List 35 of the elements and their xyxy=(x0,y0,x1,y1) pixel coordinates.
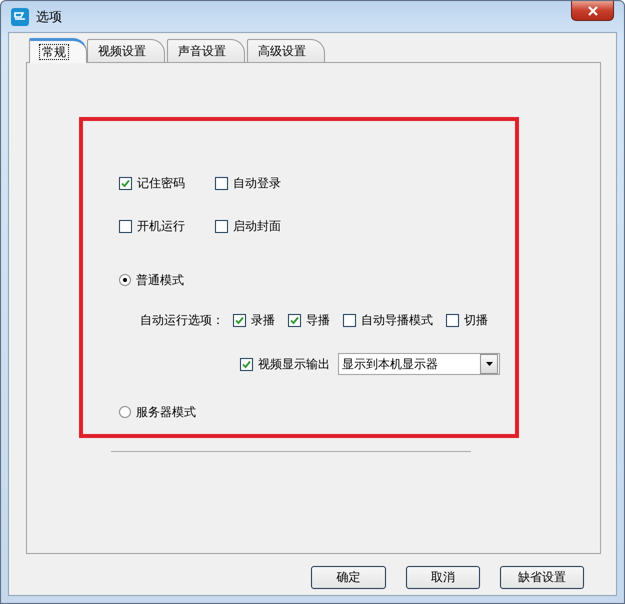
app-icon xyxy=(10,6,30,26)
close-icon xyxy=(586,6,598,16)
dropdown[interactable]: 显示到本机显示器 xyxy=(338,353,500,375)
checkbox[interactable] xyxy=(240,358,253,370)
checkbox-label: 导播 xyxy=(306,312,330,329)
checkbox-label: 记住密码 xyxy=(137,174,185,192)
radio-button[interactable] xyxy=(119,274,131,286)
window-title: 选项 xyxy=(36,8,62,26)
checkbox-label: 视频显示输出 xyxy=(258,356,330,372)
checkbox[interactable] xyxy=(343,314,356,327)
checkbox[interactable] xyxy=(233,314,246,327)
tab[interactable]: 声音设置 xyxy=(167,39,245,62)
radio-button[interactable] xyxy=(119,406,131,418)
tab[interactable]: 视频设置 xyxy=(87,39,165,62)
checkbox[interactable] xyxy=(215,220,228,232)
dialog-button[interactable]: 取消 xyxy=(406,566,480,589)
checkbox-label: 录播 xyxy=(251,312,275,329)
checkbox[interactable] xyxy=(446,314,459,327)
close-button[interactable] xyxy=(571,1,614,21)
radio-label: 服务器模式 xyxy=(136,404,196,420)
checkbox-label: 启动封面 xyxy=(233,218,281,234)
checkbox[interactable] xyxy=(288,314,301,327)
dialog-button[interactable]: 确定 xyxy=(311,566,386,589)
checkbox-label: 切播 xyxy=(464,312,488,329)
checkbox-label: 开机运行 xyxy=(137,218,185,234)
radio-label: 普通模式 xyxy=(136,272,184,288)
checkbox[interactable] xyxy=(119,220,132,232)
tab[interactable]: 常规 xyxy=(29,38,87,63)
checkbox[interactable] xyxy=(215,176,228,190)
auto-run-label: 自动运行选项： xyxy=(140,312,224,329)
checkbox[interactable] xyxy=(119,176,132,190)
tab[interactable]: 高级设置 xyxy=(247,39,325,62)
checkbox-label: 自动登录 xyxy=(233,174,281,192)
checkbox-label: 自动导播模式 xyxy=(361,312,433,329)
dialog-button[interactable]: 缺省设置 xyxy=(500,566,584,589)
